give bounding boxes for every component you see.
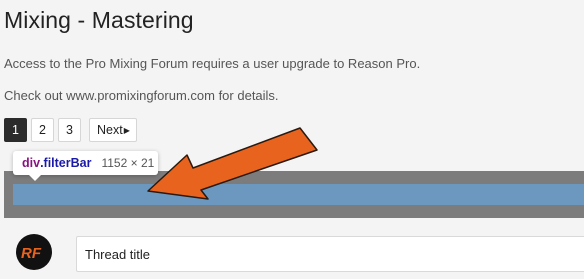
tooltip-tag: div (22, 156, 41, 170)
tooltip-size: 1152 × 21 (101, 156, 155, 170)
filter-bar[interactable] (13, 184, 584, 205)
next-page-button[interactable]: Next ▶ (89, 118, 137, 142)
pagination: 1 2 3 Next ▶ (4, 118, 137, 142)
thread-title-input[interactable] (76, 236, 584, 272)
upgrade-notice: Access to the Pro Mixing Forum requires … (4, 56, 421, 71)
inspector-tooltip: div .filterBar 1152 × 21 (13, 151, 158, 181)
page-title: Mixing - Mastering (4, 7, 194, 33)
page-3-button[interactable]: 3 (58, 118, 81, 142)
tooltip-class: .filterBar (40, 156, 92, 170)
avatar[interactable]: RF (16, 234, 52, 270)
rf-logo-icon: RF (21, 245, 42, 262)
page-1-button[interactable]: 1 (4, 118, 27, 142)
details-notice: Check out www.promixingforum.com for det… (4, 88, 279, 103)
triangle-right-icon: ▶ (123, 125, 130, 135)
page-2-button[interactable]: 2 (31, 118, 54, 142)
next-label: Next (97, 123, 123, 137)
avatar-initials: RF (21, 245, 42, 262)
